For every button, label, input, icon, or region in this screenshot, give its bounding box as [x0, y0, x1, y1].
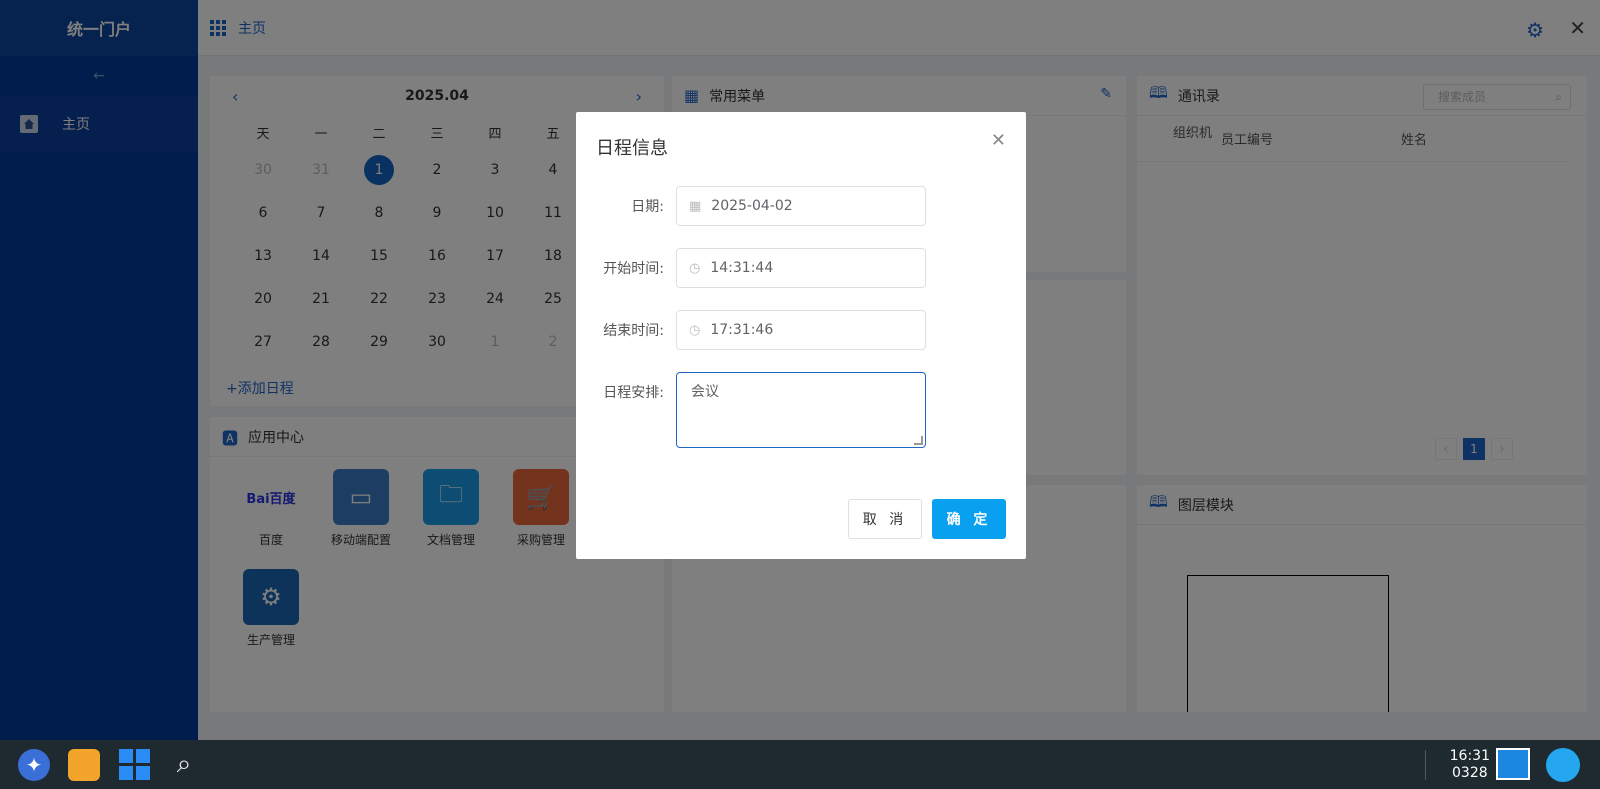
windows-icon[interactable] — [118, 748, 150, 781]
clock-icon: ◷ — [689, 260, 701, 276]
date-field[interactable]: ▦ 2025-04-02 — [676, 186, 926, 226]
launcher-icon[interactable]: ✦ — [18, 748, 50, 781]
taskbar-divider — [1425, 750, 1426, 780]
confirm-button[interactable]: 确 定 — [932, 499, 1006, 539]
cancel-button[interactable]: 取 消 — [848, 499, 922, 539]
chat-icon[interactable] — [1546, 748, 1580, 782]
monitor-icon[interactable] — [1496, 748, 1530, 780]
taskbar: ✦ ⌕ 16:31 0328 — [0, 740, 1600, 789]
close-icon[interactable]: ✕ — [991, 130, 1006, 151]
date-label: 日期: — [631, 199, 664, 215]
start-time-field[interactable]: ◷ 14:31:44 — [676, 248, 926, 288]
clock: 16:31 0328 — [1449, 748, 1490, 781]
folder-icon[interactable] — [68, 748, 100, 781]
search-icon[interactable]: ⌕ — [168, 749, 200, 781]
arrangement-label: 日程安排: — [603, 385, 664, 401]
dialog-title: 日程信息 — [596, 138, 668, 159]
arrangement-textarea[interactable]: 会议 — [676, 372, 926, 448]
clock-icon: ◷ — [689, 322, 701, 338]
end-time-label: 结束时间: — [603, 323, 664, 339]
start-time-label: 开始时间: — [603, 261, 664, 277]
end-time-field[interactable]: ◷ 17:31:46 — [676, 310, 926, 350]
schedule-dialog: 日程信息 ✕ 日期: ▦ 2025-04-02 开始时间: ◷ 14:31:44… — [576, 112, 1026, 559]
calendar-icon: ▦ — [689, 198, 702, 214]
